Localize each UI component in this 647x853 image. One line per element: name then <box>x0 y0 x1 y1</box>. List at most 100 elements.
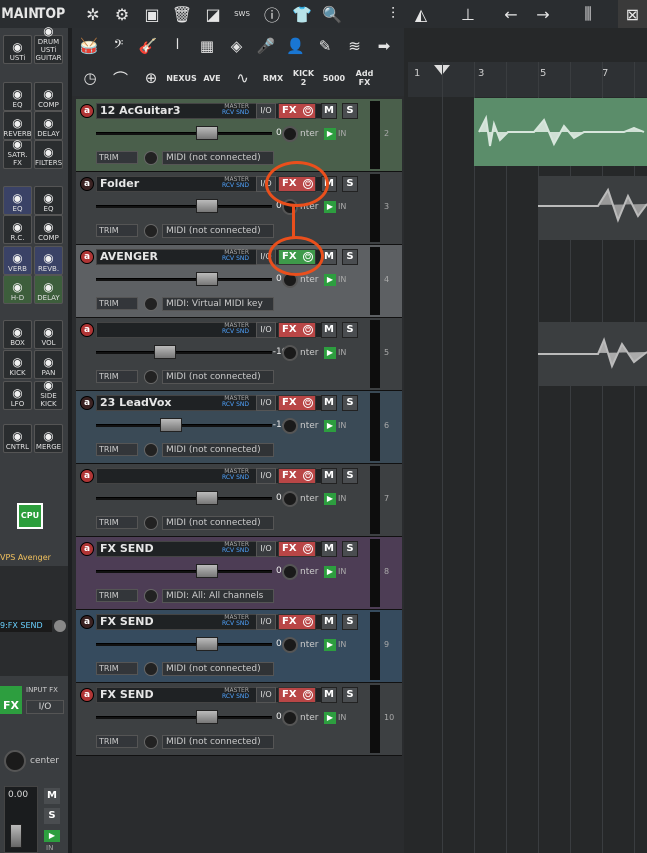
piano-icon[interactable]: 𝍷 <box>165 32 191 60</box>
guitar-icon[interactable]: 🎸 <box>135 32 161 60</box>
left-fx-button-2-0[interactable]: ◉ REVERB <box>3 111 32 140</box>
trim-button[interactable]: TRIM <box>96 443 138 456</box>
volume-fader[interactable] <box>96 272 272 286</box>
record-arm-button[interactable]: a <box>80 688 94 702</box>
left-fx-button-6-1[interactable]: ◉ REVB. <box>34 246 63 275</box>
master-mute-button[interactable]: M <box>44 788 60 804</box>
io-button[interactable]: I/O <box>256 687 276 703</box>
send-label[interactable]: 9:FX SEND <box>0 620 52 632</box>
track-9[interactable]: a FX SEND MASTERRCV SND I/O FX⏻ M S 0.00… <box>76 683 402 756</box>
track-3[interactable]: a AVENGER MASTERRCV SND I/O FX⏻ M S 0.00… <box>76 245 402 318</box>
pan-knob[interactable] <box>282 564 298 580</box>
record-arm-button[interactable]: a <box>80 469 94 483</box>
track-5[interactable]: a 23 LeadVox MASTERRCV SND I/O FX⏻ M S -… <box>76 391 402 464</box>
env-icon[interactable] <box>144 151 158 165</box>
fx-button[interactable]: FX ⏻ <box>278 395 316 411</box>
input-monitor-button[interactable]: ▶ <box>324 493 336 505</box>
midi-input-select[interactable]: MIDI (not connected) <box>162 151 274 165</box>
save-icon[interactable]: ▣ <box>140 0 164 28</box>
midi-input-select[interactable]: MIDI (not connected) <box>162 735 274 749</box>
mute-button[interactable]: M <box>321 614 337 630</box>
left-fx-button-11-0[interactable]: ◉ CNTRL <box>3 424 32 453</box>
arrow-left-icon[interactable]: ← <box>498 0 524 28</box>
pan-knob[interactable] <box>282 491 298 507</box>
env-icon[interactable] <box>144 662 158 676</box>
midi-input-select[interactable]: MIDI (not connected) <box>162 443 274 457</box>
power-icon[interactable]: ⏻ <box>303 398 313 408</box>
send-knob[interactable] <box>54 620 66 632</box>
volume-fader[interactable] <box>96 126 272 140</box>
pan-knob[interactable] <box>282 345 298 361</box>
left-fx-button-7-1[interactable]: ◉ DELAY <box>34 275 63 304</box>
record-arm-button[interactable]: a <box>80 542 94 556</box>
solo-button[interactable]: S <box>342 395 358 411</box>
arrow-right-icon[interactable]: → <box>530 0 556 28</box>
gauge-icon[interactable]: ◷ <box>76 64 104 92</box>
trim-button[interactable]: TRIM <box>96 516 138 529</box>
volume-fader[interactable] <box>96 491 272 505</box>
track-4[interactable]: a MASTERRCV SND I/O FX⏻ M S -16.4 nter ▶… <box>76 318 402 391</box>
gear-cluster-icon[interactable]: ✲ <box>82 0 104 28</box>
master-fader[interactable] <box>10 824 22 848</box>
left-fx-button-6-0[interactable]: ◉ VERB <box>3 246 32 275</box>
left-fx-button-7-0[interactable]: ◉ H-D <box>3 275 32 304</box>
fx-button[interactable]: FX ⏻ <box>278 103 316 119</box>
pen-icon[interactable]: ✎ <box>312 32 338 60</box>
waveform-icon[interactable]: ⫶ <box>380 0 406 28</box>
info-icon[interactable]: ⓘ <box>260 0 284 28</box>
trim-button[interactable]: TRIM <box>96 151 138 164</box>
track-7[interactable]: a FX SEND MASTERRCV SND I/O FX⏻ M S 0.00… <box>76 537 402 610</box>
input-monitor-button[interactable]: ▶ <box>324 274 336 286</box>
mic-icon[interactable]: 🎤 <box>253 32 279 60</box>
fx-button[interactable]: FX ⏻ <box>278 541 316 557</box>
env-icon[interactable] <box>144 589 158 603</box>
volume-fader[interactable] <box>96 418 272 432</box>
left-fx-button-8-1[interactable]: ◉ VOL <box>34 320 63 349</box>
mute-button[interactable]: M <box>321 322 337 338</box>
wave-icon[interactable]: ≋ <box>342 32 368 60</box>
io-button[interactable]: I/O <box>256 541 276 557</box>
input-monitor-button[interactable]: ▶ <box>324 201 336 213</box>
power-icon[interactable]: ⏻ <box>303 690 313 700</box>
midi-input-select[interactable]: MIDI (not connected) <box>162 516 274 530</box>
keyboard-icon[interactable]: ▦ <box>194 32 220 60</box>
synth-icon[interactable]: ◈ <box>224 32 250 60</box>
env-icon[interactable] <box>144 735 158 749</box>
search-icon[interactable]: 🔍 <box>320 0 344 28</box>
master-input-button[interactable]: ▶ <box>44 830 60 842</box>
mixer-icon[interactable]: ⫼ <box>575 0 601 28</box>
power-icon[interactable]: ⏻ <box>303 544 313 554</box>
sws-button[interactable]: SWS <box>230 0 254 28</box>
split-icon[interactable]: ⊥ <box>455 0 481 28</box>
pan-knob[interactable] <box>282 710 298 726</box>
track-6[interactable]: a MASTERRCV SND I/O FX⏻ M S 0.00 nter ▶ … <box>76 464 402 537</box>
track-8[interactable]: a FX SEND MASTERRCV SND I/O FX⏻ M S 0.00… <box>76 610 402 683</box>
pan-knob[interactable] <box>4 750 26 772</box>
mute-button[interactable]: M <box>321 103 337 119</box>
nexus-button[interactable]: NEXUS <box>166 64 197 92</box>
left-fx-button-1-1[interactable]: ◉ COMP <box>34 82 63 111</box>
env-icon[interactable] <box>144 516 158 530</box>
mute-button[interactable]: M <box>321 468 337 484</box>
add-fx-button[interactable]: Add FX <box>351 64 379 92</box>
env-icon[interactable] <box>144 224 158 238</box>
record-arm-button[interactable]: a <box>80 250 94 264</box>
main-button[interactable]: MAIN <box>1 0 39 28</box>
bass-clef-icon[interactable]: 𝄢 <box>106 32 132 60</box>
trim-button[interactable]: TRIM <box>96 662 138 675</box>
midi-input-select[interactable]: MIDI: Virtual MIDI key <box>162 297 274 311</box>
power-icon[interactable]: ⏻ <box>303 471 313 481</box>
env-icon[interactable] <box>144 297 158 311</box>
ave-button[interactable]: AVE <box>198 64 226 92</box>
solo-button[interactable]: S <box>342 468 358 484</box>
left-fx-button-3-0[interactable]: ◉ SATR. FX <box>3 137 32 169</box>
left-fx-button-11-1[interactable]: ◉ MERGE <box>34 424 63 453</box>
input-monitor-button[interactable]: ▶ <box>324 128 336 140</box>
shirt-icon[interactable]: 👕 <box>290 0 314 28</box>
pulse-icon[interactable]: ∿ <box>229 64 257 92</box>
record-arm-button[interactable]: a <box>80 323 94 337</box>
left-fx-button-5-0[interactable]: ◉ R.C. <box>3 215 32 244</box>
cpu-button[interactable]: CPU <box>17 503 43 529</box>
input-monitor-button[interactable]: ▶ <box>324 639 336 651</box>
left-fx-button-3-1[interactable]: ◉ FILTERS <box>34 140 63 169</box>
